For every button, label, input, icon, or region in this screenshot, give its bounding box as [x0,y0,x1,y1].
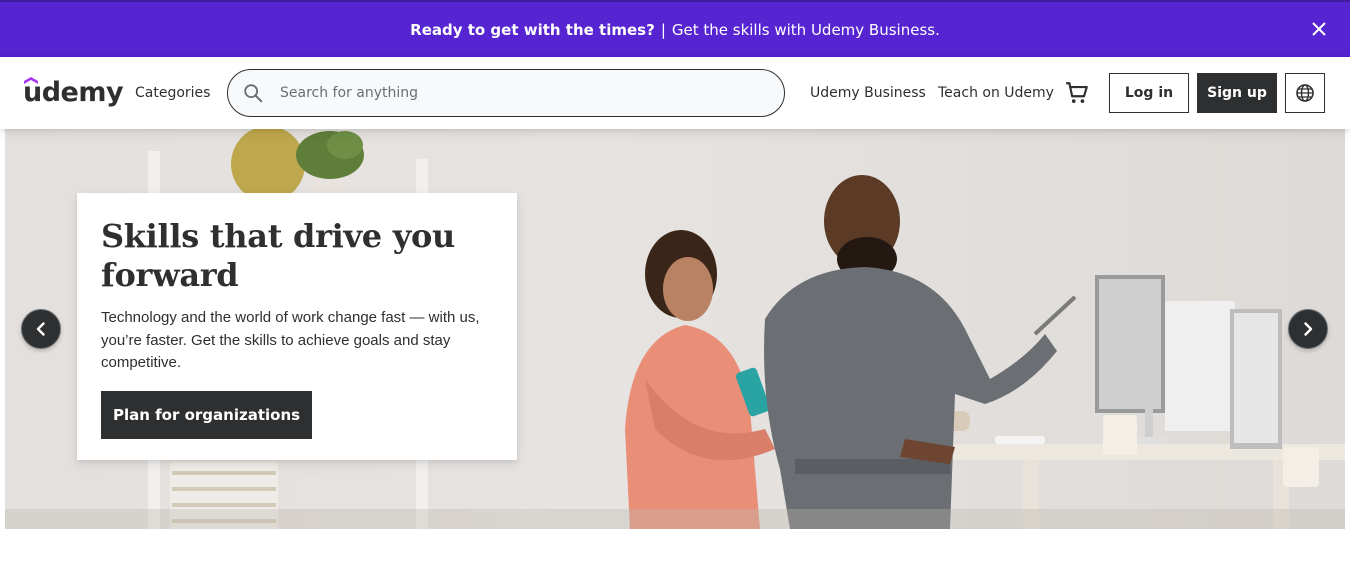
site-header: udemy Categories Udemy Business Teach on… [0,57,1350,129]
chevron-right-icon [1304,322,1313,336]
promo-banner[interactable]: Ready to get with the times? | Get the s… [0,0,1350,57]
banner-separator: | [660,20,666,39]
language-button[interactable] [1285,73,1325,113]
logo-text: udemy [23,77,124,108]
signup-button[interactable]: Sign up [1197,73,1277,113]
hero-card: Skills that drive you forward Technology… [77,193,517,460]
carousel-next-button[interactable] [1288,309,1328,349]
search-bar[interactable] [227,69,785,117]
banner-text: Get the skills with Udemy Business. [671,20,940,39]
plan-for-organizations-button[interactable]: Plan for organizations [101,390,313,439]
login-button[interactable]: Log in [1109,73,1189,113]
hero-description: Technology and the world of work change … [101,309,480,371]
carousel-prev-button[interactable] [21,309,61,349]
udemy-logo[interactable]: udemy [23,75,124,111]
categories-link[interactable]: Categories [135,85,210,101]
search-input[interactable] [280,85,760,101]
hero-carousel: Skills that drive you forward Technology… [5,129,1345,529]
hero-title: Skills that drive you forward [101,217,455,294]
banner-headline: Ready to get with the times? [410,20,655,39]
cart-icon[interactable] [1064,80,1090,106]
search-icon[interactable] [242,82,264,104]
chevron-left-icon [36,322,45,336]
close-icon[interactable] [1308,18,1330,40]
teach-on-udemy-link[interactable]: Teach on Udemy [938,85,1054,101]
udemy-business-link[interactable]: Udemy Business [810,85,926,101]
globe-icon [1296,84,1314,102]
